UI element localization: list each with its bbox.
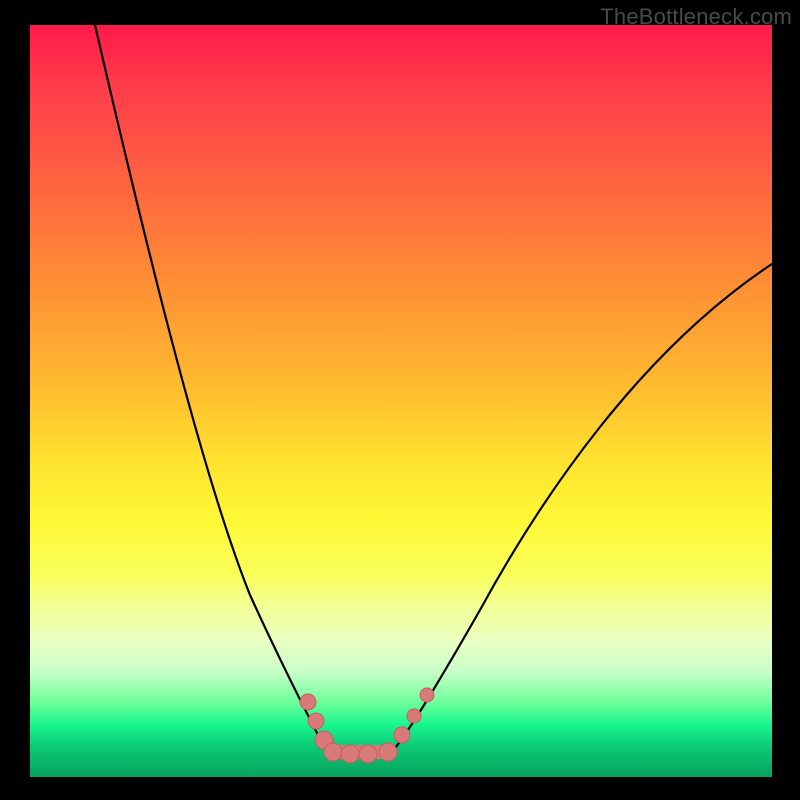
- chart-svg: [0, 0, 800, 800]
- marker-dot: [324, 743, 342, 761]
- marker-dot: [379, 743, 397, 761]
- curve-right: [392, 262, 775, 752]
- watermark-text: TheBottleneck.com: [600, 4, 792, 30]
- chart-frame: TheBottleneck.com: [0, 0, 800, 800]
- marker-dot: [308, 713, 324, 729]
- marker-dot: [300, 694, 316, 710]
- marker-dot: [341, 745, 359, 763]
- marker-dot: [359, 745, 377, 763]
- marker-dot: [407, 709, 421, 723]
- marker-dot: [420, 688, 434, 702]
- curve-left: [95, 25, 330, 752]
- marker-dot: [394, 727, 410, 743]
